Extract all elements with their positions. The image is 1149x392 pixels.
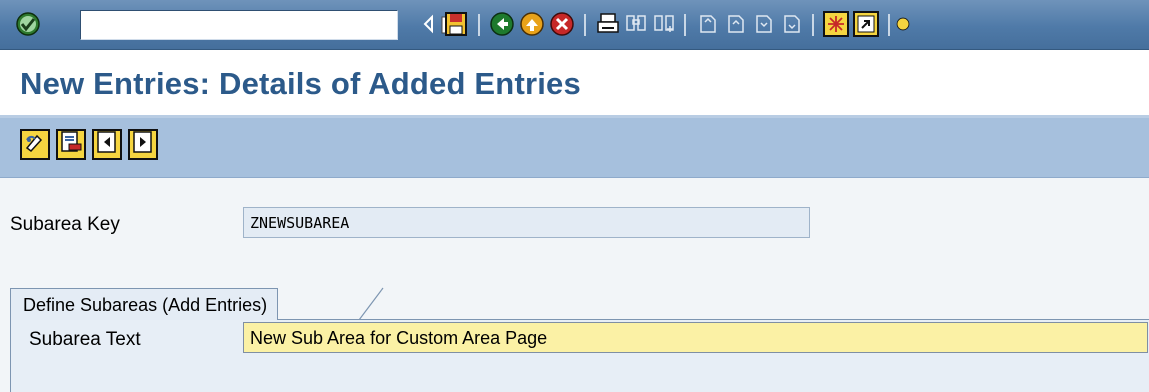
cancel-icon[interactable] — [548, 10, 576, 38]
create-session-icon[interactable] — [822, 10, 850, 38]
find-next-icon[interactable] — [650, 10, 678, 38]
last-page-icon[interactable] — [778, 10, 806, 38]
subarea-text-label: Subarea Text — [29, 329, 141, 350]
tab-define-subareas[interactable]: Define Subareas (Add Entries) — [10, 288, 279, 320]
page-title: New Entries: Details of Added Entries — [20, 66, 581, 101]
first-page-icon[interactable] — [694, 10, 722, 38]
toolbar-separator — [812, 14, 814, 36]
change-display-icon — [23, 130, 47, 159]
triangle-left-icon[interactable] — [414, 10, 442, 38]
title-bar: New Entries: Details of Added Entries — [0, 50, 1149, 117]
next-entry-icon — [131, 130, 155, 159]
back-icon[interactable] — [488, 10, 516, 38]
delete-icon — [59, 130, 83, 159]
toolbar-separator — [684, 14, 686, 36]
previous-entry-icon — [95, 130, 119, 159]
toolbar-separator — [584, 14, 586, 36]
save-icon[interactable] — [442, 10, 470, 38]
previous-entry-button[interactable] — [92, 129, 122, 160]
system-toolbar — [0, 0, 1149, 50]
application-toolbar — [0, 118, 1149, 178]
find-icon[interactable] — [622, 10, 650, 38]
print-icon[interactable] — [594, 10, 622, 38]
enter-checkmark-icon[interactable] — [14, 10, 42, 38]
exit-icon[interactable] — [518, 10, 546, 38]
delete-button[interactable] — [56, 129, 86, 160]
previous-page-icon[interactable] — [722, 10, 750, 38]
tab-corner — [359, 287, 384, 321]
work-area: Subarea Key ZNEWSUBAREA Define Subareas … — [0, 179, 1149, 392]
subarea-text-field[interactable]: New Sub Area for Custom Area Page — [243, 322, 1148, 353]
tab-strip: Define Subareas (Add Entries) — [10, 286, 1149, 321]
subarea-key-label: Subarea Key — [10, 214, 120, 235]
tab-body: Subarea Text New Sub Area for Custom Are… — [10, 320, 1149, 392]
define-subareas-tab-group: Define Subareas (Add Entries) Subarea Te… — [10, 286, 1149, 392]
command-field[interactable] — [80, 10, 455, 40]
shortcut-icon[interactable] — [852, 10, 880, 38]
change-display-button[interactable] — [20, 129, 50, 160]
toolbar-separator — [888, 14, 890, 36]
toolbar-separator — [478, 14, 480, 36]
help-icon[interactable] — [896, 10, 910, 38]
next-page-icon[interactable] — [750, 10, 778, 38]
next-entry-button[interactable] — [128, 129, 158, 160]
subarea-key-field[interactable]: ZNEWSUBAREA — [243, 207, 810, 238]
